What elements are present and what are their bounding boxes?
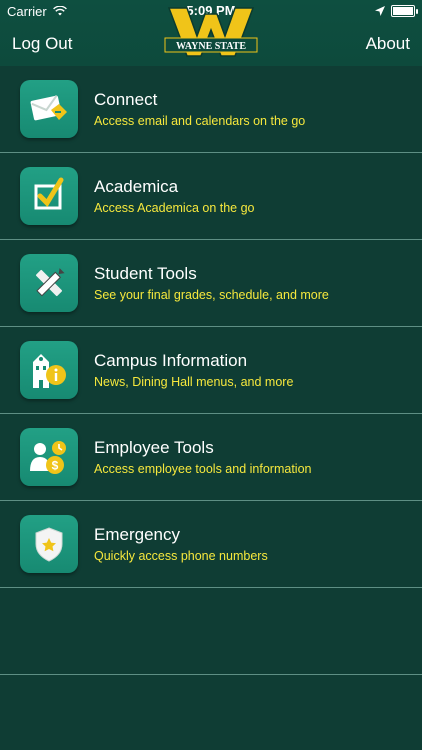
log-out-button[interactable]: Log Out — [12, 34, 73, 54]
carrier-label: Carrier — [7, 3, 47, 19]
menu-item-subtitle: News, Dining Hall menus, and more — [94, 375, 294, 389]
menu-item-title: Employee Tools — [94, 438, 214, 457]
about-button[interactable]: About — [366, 34, 410, 54]
menu-item-subtitle: See your final grades, schedule, and mor… — [94, 288, 329, 302]
checklist-icon — [20, 167, 78, 225]
shield-star-icon — [20, 515, 78, 573]
mail-icon — [20, 80, 78, 138]
menu-item-title: Campus Information — [94, 351, 248, 370]
menu-item-campus-information[interactable]: Campus Information News, Dining Hall men… — [0, 327, 422, 414]
menu-item-title: Academica — [94, 177, 179, 196]
menu-item-subtitle: Access employee tools and information — [94, 462, 312, 476]
pencil-ruler-icon — [20, 254, 78, 312]
svg-text:$: $ — [52, 459, 59, 473]
campus-info-icon — [20, 341, 78, 399]
menu-item-title: Connect — [94, 90, 158, 109]
location-arrow-icon — [375, 6, 385, 16]
menu-item-subtitle: Quickly access phone numbers — [94, 549, 268, 563]
menu-item-title: Emergency — [94, 525, 180, 544]
menu-item-student-tools[interactable]: Student Tools See your final grades, sch… — [0, 240, 422, 327]
logo-text: WAYNE STATE — [176, 41, 246, 52]
menu-item-emergency[interactable]: Emergency Quickly access phone numbers — [0, 501, 422, 588]
menu-item-academica[interactable]: Academica Access Academica on the go — [0, 153, 422, 240]
wayne-state-logo: WAYNE STATE — [163, 4, 259, 60]
menu-item-employee-tools[interactable]: $ Employee Tools Access employee tools a… — [0, 414, 422, 501]
menu-item-title: Student Tools — [94, 264, 197, 283]
menu-item-subtitle: Access email and calendars on the go — [94, 114, 306, 128]
empty-list-row — [0, 588, 422, 675]
battery-icon — [391, 5, 418, 17]
employee-icon: $ — [20, 428, 78, 486]
menu-item-subtitle: Access Academica on the go — [94, 201, 255, 215]
wifi-icon — [52, 6, 67, 16]
menu-item-connect[interactable]: Connect Access email and calendars on th… — [0, 66, 422, 153]
main-menu: Connect Access email and calendars on th… — [0, 66, 422, 675]
top-bar: Carrier 5:09 PM WAYNE STATE Log Out Abou… — [0, 0, 422, 66]
